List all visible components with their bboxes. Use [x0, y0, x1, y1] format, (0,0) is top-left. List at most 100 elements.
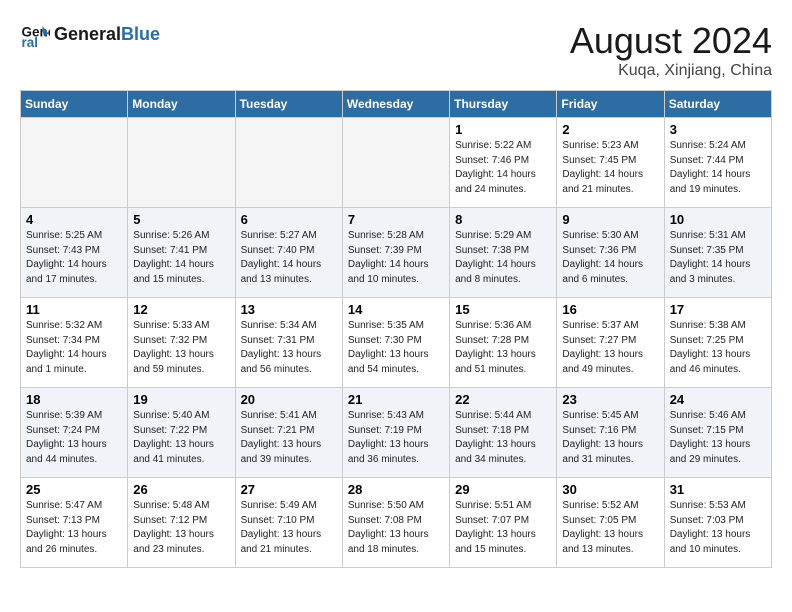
calendar-week-row-1: 1 Sunrise: 5:22 AM Sunset: 7:46 PM Daylig…: [21, 118, 772, 208]
day-number: 14: [348, 302, 444, 317]
day-info: Sunrise: 5:32 AM Sunset: 7:34 PM Dayligh…: [26, 319, 122, 377]
calendar-cell: 26 Sunrise: 5:48 AM Sunset: 7:12 PM Dayli…: [128, 478, 235, 568]
weekday-header-saturday: Saturday: [664, 91, 771, 118]
calendar-week-row-5: 25 Sunrise: 5:47 AM Sunset: 7:13 PM Dayli…: [21, 478, 772, 568]
logo: Gene ral GeneralBlue: [20, 20, 160, 50]
day-info: Sunrise: 5:26 AM Sunset: 7:41 PM Dayligh…: [133, 229, 229, 287]
day-number: 9: [562, 212, 658, 227]
day-info: Sunrise: 5:41 AM Sunset: 7:21 PM Dayligh…: [241, 409, 337, 467]
weekday-header-tuesday: Tuesday: [235, 91, 342, 118]
day-info: Sunrise: 5:40 AM Sunset: 7:22 PM Dayligh…: [133, 409, 229, 467]
day-number: 19: [133, 392, 229, 407]
day-info: Sunrise: 5:49 AM Sunset: 7:10 PM Dayligh…: [241, 499, 337, 557]
day-info: Sunrise: 5:30 AM Sunset: 7:36 PM Dayligh…: [562, 229, 658, 287]
calendar-cell: 3 Sunrise: 5:24 AM Sunset: 7:44 PM Daylig…: [664, 118, 771, 208]
day-number: 13: [241, 302, 337, 317]
weekday-header-wednesday: Wednesday: [342, 91, 449, 118]
day-info: Sunrise: 5:36 AM Sunset: 7:28 PM Dayligh…: [455, 319, 551, 377]
day-info: Sunrise: 5:52 AM Sunset: 7:05 PM Dayligh…: [562, 499, 658, 557]
day-number: 10: [670, 212, 766, 227]
day-info: Sunrise: 5:53 AM Sunset: 7:03 PM Dayligh…: [670, 499, 766, 557]
weekday-header-friday: Friday: [557, 91, 664, 118]
calendar-week-row-3: 11Sunrise: 5:32 AM Sunset: 7:34 PM Dayli…: [21, 298, 772, 388]
day-number: 27: [241, 482, 337, 497]
day-number: 7: [348, 212, 444, 227]
calendar-cell: 7 Sunrise: 5:28 AM Sunset: 7:39 PM Daylig…: [342, 208, 449, 298]
day-number: 29: [455, 482, 551, 497]
calendar-cell: 30 Sunrise: 5:52 AM Sunset: 7:05 PM Dayli…: [557, 478, 664, 568]
day-info: Sunrise: 5:39 AM Sunset: 7:24 PM Dayligh…: [26, 409, 122, 467]
day-number: 1: [455, 122, 551, 137]
day-number: 8: [455, 212, 551, 227]
calendar-cell: 29Sunrise: 5:51 AM Sunset: 7:07 PM Dayli…: [450, 478, 557, 568]
day-number: 6: [241, 212, 337, 227]
calendar-cell: 11Sunrise: 5:32 AM Sunset: 7:34 PM Dayli…: [21, 298, 128, 388]
weekday-header-sunday: Sunday: [21, 91, 128, 118]
day-number: 18: [26, 392, 122, 407]
calendar-cell: 18 Sunrise: 5:39 AM Sunset: 7:24 PM Dayli…: [21, 388, 128, 478]
day-info: Sunrise: 5:31 AM Sunset: 7:35 PM Dayligh…: [670, 229, 766, 287]
day-info: Sunrise: 5:50 AM Sunset: 7:08 PM Dayligh…: [348, 499, 444, 557]
page-header: Gene ral GeneralBlue August 2024 Kuqa, X…: [20, 20, 772, 80]
calendar-cell: 14 Sunrise: 5:35 AM Sunset: 7:30 PM Dayli…: [342, 298, 449, 388]
calendar-cell: [21, 118, 128, 208]
calendar-table: SundayMondayTuesdayWednesdayThursdayFrid…: [20, 90, 772, 568]
day-number: 16: [562, 302, 658, 317]
calendar-cell: 12 Sunrise: 5:33 AM Sunset: 7:32 PM Dayli…: [128, 298, 235, 388]
calendar-cell: 25 Sunrise: 5:47 AM Sunset: 7:13 PM Dayli…: [21, 478, 128, 568]
day-number: 24: [670, 392, 766, 407]
calendar-cell: [342, 118, 449, 208]
day-number: 15: [455, 302, 551, 317]
day-number: 26: [133, 482, 229, 497]
logo-text-general: General: [54, 24, 121, 44]
logo-icon: Gene ral: [20, 20, 50, 50]
calendar-cell: 13 Sunrise: 5:34 AM Sunset: 7:31 PM Dayli…: [235, 298, 342, 388]
day-info: Sunrise: 5:48 AM Sunset: 7:12 PM Dayligh…: [133, 499, 229, 557]
day-number: 21: [348, 392, 444, 407]
day-info: Sunrise: 5:33 AM Sunset: 7:32 PM Dayligh…: [133, 319, 229, 377]
day-number: 2: [562, 122, 658, 137]
day-info: Sunrise: 5:35 AM Sunset: 7:30 PM Dayligh…: [348, 319, 444, 377]
day-info: Sunrise: 5:44 AM Sunset: 7:18 PM Dayligh…: [455, 409, 551, 467]
day-info: Sunrise: 5:24 AM Sunset: 7:44 PM Dayligh…: [670, 139, 766, 197]
day-info: Sunrise: 5:47 AM Sunset: 7:13 PM Dayligh…: [26, 499, 122, 557]
day-number: 25: [26, 482, 122, 497]
calendar-cell: 2Sunrise: 5:23 AM Sunset: 7:45 PM Daylig…: [557, 118, 664, 208]
title-block: August 2024 Kuqa, Xinjiang, China: [570, 20, 772, 80]
calendar-cell: 5 Sunrise: 5:26 AM Sunset: 7:41 PM Daylig…: [128, 208, 235, 298]
calendar-cell: [235, 118, 342, 208]
day-info: Sunrise: 5:22 AM Sunset: 7:46 PM Dayligh…: [455, 139, 551, 197]
day-info: Sunrise: 5:45 AM Sunset: 7:16 PM Dayligh…: [562, 409, 658, 467]
month-title: August 2024: [570, 20, 772, 62]
day-number: 12: [133, 302, 229, 317]
location: Kuqa, Xinjiang, China: [570, 62, 772, 80]
calendar-cell: 1 Sunrise: 5:22 AM Sunset: 7:46 PM Daylig…: [450, 118, 557, 208]
day-number: 3: [670, 122, 766, 137]
day-number: 30: [562, 482, 658, 497]
calendar-cell: 4Sunrise: 5:25 AM Sunset: 7:43 PM Daylig…: [21, 208, 128, 298]
calendar-cell: 17 Sunrise: 5:38 AM Sunset: 7:25 PM Dayli…: [664, 298, 771, 388]
calendar-cell: 23Sunrise: 5:45 AM Sunset: 7:16 PM Dayli…: [557, 388, 664, 478]
day-number: 20: [241, 392, 337, 407]
day-info: Sunrise: 5:38 AM Sunset: 7:25 PM Dayligh…: [670, 319, 766, 377]
calendar-cell: 6 Sunrise: 5:27 AM Sunset: 7:40 PM Daylig…: [235, 208, 342, 298]
day-info: Sunrise: 5:34 AM Sunset: 7:31 PM Dayligh…: [241, 319, 337, 377]
logo-text-blue: Blue: [121, 24, 160, 44]
day-number: 28: [348, 482, 444, 497]
day-info: Sunrise: 5:29 AM Sunset: 7:38 PM Dayligh…: [455, 229, 551, 287]
day-info: Sunrise: 5:25 AM Sunset: 7:43 PM Dayligh…: [26, 229, 122, 287]
day-number: 17: [670, 302, 766, 317]
calendar-week-row-2: 4Sunrise: 5:25 AM Sunset: 7:43 PM Daylig…: [21, 208, 772, 298]
calendar-cell: 19 Sunrise: 5:40 AM Sunset: 7:22 PM Dayli…: [128, 388, 235, 478]
day-number: 5: [133, 212, 229, 227]
svg-text:ral: ral: [22, 35, 39, 50]
calendar-cell: 27 Sunrise: 5:49 AM Sunset: 7:10 PM Dayli…: [235, 478, 342, 568]
day-info: Sunrise: 5:37 AM Sunset: 7:27 PM Dayligh…: [562, 319, 658, 377]
day-info: Sunrise: 5:28 AM Sunset: 7:39 PM Dayligh…: [348, 229, 444, 287]
day-info: Sunrise: 5:27 AM Sunset: 7:40 PM Dayligh…: [241, 229, 337, 287]
calendar-cell: 24Sunrise: 5:46 AM Sunset: 7:15 PM Dayli…: [664, 388, 771, 478]
calendar-week-row-4: 18 Sunrise: 5:39 AM Sunset: 7:24 PM Dayli…: [21, 388, 772, 478]
weekday-header-row: SundayMondayTuesdayWednesdayThursdayFrid…: [21, 91, 772, 118]
calendar-cell: 10 Sunrise: 5:31 AM Sunset: 7:35 PM Dayli…: [664, 208, 771, 298]
day-info: Sunrise: 5:43 AM Sunset: 7:19 PM Dayligh…: [348, 409, 444, 467]
